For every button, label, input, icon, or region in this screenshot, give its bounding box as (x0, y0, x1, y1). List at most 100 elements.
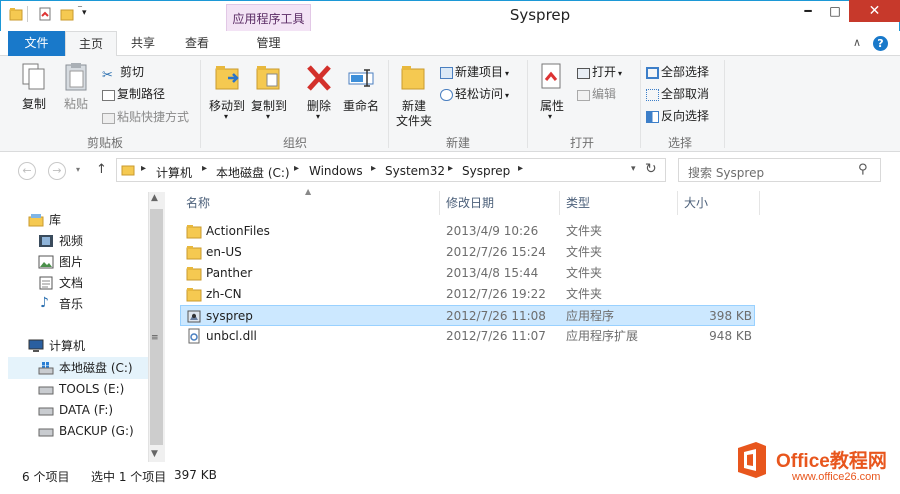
cut-button[interactable]: ✂ 剪切 (102, 62, 144, 83)
nav-item-computer[interactable]: 计算机 (28, 336, 138, 357)
copy-path-icon (102, 90, 115, 101)
select-all-button[interactable]: 全部选择 (646, 62, 709, 82)
breadcrumb-drive-c[interactable]: 本地磁盘 (C:) (216, 164, 290, 181)
nav-item-pictures[interactable]: 图片 (38, 252, 138, 273)
search-input[interactable]: 搜索 Sysprep (678, 158, 881, 182)
new-item-button[interactable]: 新建项目 ▾ (440, 62, 509, 82)
file-type: 文件夹 (566, 245, 603, 259)
address-dropdown-icon[interactable]: ▾ (631, 164, 636, 174)
move-to-button[interactable]: 移动到 ▾ (206, 62, 248, 121)
properties-button[interactable]: 属性 ▾ (532, 62, 572, 121)
invert-selection-icon (646, 111, 659, 123)
column-header-name[interactable]: 名称 (180, 191, 440, 215)
nav-item-documents[interactable]: 文档 (38, 273, 138, 294)
paste-label: 粘贴 (63, 97, 88, 111)
file-row-selected[interactable]: sysprep 2012/7/26 11:08 应用程序 398 KB (180, 305, 755, 326)
breadcrumb-separator-icon[interactable]: ▸ (202, 163, 207, 174)
select-none-button[interactable]: 全部取消 (646, 84, 709, 104)
refresh-icon[interactable]: ↻ (645, 161, 657, 177)
close-button[interactable]: ✕ (849, 0, 900, 22)
nav-label: 音乐 (59, 297, 84, 311)
tab-view[interactable]: 查看 (169, 31, 225, 56)
tab-home[interactable]: 主页 (65, 31, 117, 57)
easy-access-button[interactable]: 轻松访问 ▾ (440, 84, 509, 104)
rename-button[interactable]: 重命名 (340, 62, 382, 120)
folder-icon (186, 267, 202, 281)
folder-icon[interactable] (9, 7, 23, 21)
delete-x-icon (307, 65, 331, 91)
delete-button[interactable]: 删除 ▾ (300, 62, 338, 121)
breadcrumb-separator-icon[interactable]: ▸ (371, 163, 376, 174)
select-group-label: 选择 (667, 136, 692, 150)
breadcrumb-windows[interactable]: Windows (309, 164, 363, 178)
nav-item-drive-g[interactable]: BACKUP (G:) (38, 421, 138, 442)
new-folder-button[interactable]: 新建 文件夹 (392, 62, 436, 128)
breadcrumb-sysprep[interactable]: Sysprep (462, 164, 510, 178)
copy-path-button[interactable]: 复制路径 (102, 84, 165, 104)
window-title: Sysprep (509, 6, 571, 24)
search-icon[interactable]: ⚲ (858, 162, 868, 177)
properties-icon[interactable] (38, 7, 52, 21)
copy-icon (22, 63, 45, 90)
scroll-up-icon[interactable]: ▲ (151, 193, 158, 203)
nav-item-libraries[interactable]: 库 (28, 210, 138, 231)
qa-customize-bar: ‾ (78, 5, 82, 14)
paste-shortcut-button[interactable]: 粘贴快捷方式 (102, 107, 189, 127)
open-button[interactable]: 打开 ▾ (577, 62, 622, 82)
nav-item-drive-e[interactable]: TOOLS (E:) (38, 379, 138, 400)
minimize-button[interactable]: ━ (795, 2, 821, 22)
nav-item-videos[interactable]: 视频 (38, 231, 138, 252)
invert-selection-button[interactable]: 反向选择 (646, 106, 709, 126)
file-row[interactable]: Panther 2013/4/8 15:44 文件夹 (180, 263, 755, 284)
breadcrumb-separator-icon[interactable]: ▸ (448, 163, 453, 174)
collapse-ribbon-icon[interactable]: ∧ (853, 36, 861, 49)
nav-item-drive-c[interactable]: 本地磁盘 (C:) (38, 358, 138, 379)
nav-label: 文档 (59, 276, 84, 290)
tab-share[interactable]: 共享 (117, 31, 169, 56)
nav-item-drive-f[interactable]: DATA (F:) (38, 400, 138, 421)
group-separator (527, 60, 528, 148)
folder-icon (186, 225, 202, 239)
file-row[interactable]: ActionFiles 2013/4/9 10:26 文件夹 (180, 221, 755, 242)
nav-item-music[interactable]: ♪ 音乐 (38, 294, 138, 315)
copy-button[interactable]: 复制 (14, 62, 54, 118)
column-header-type[interactable]: 类型 (560, 191, 678, 215)
paste-button[interactable]: 粘贴 (58, 62, 94, 118)
breadcrumb-system32[interactable]: System32 (385, 164, 445, 178)
copy-label: 复制 (21, 97, 46, 111)
nav-label: 计算机 (49, 339, 86, 353)
new-folder-icon[interactable] (60, 7, 74, 21)
column-header-date[interactable]: 修改日期 (440, 191, 560, 215)
tab-manage[interactable]: 管理 (226, 31, 311, 56)
breadcrumb-separator-icon[interactable]: ▸ (518, 163, 523, 174)
qa-customize-icon[interactable]: ▾ (82, 8, 87, 18)
scroll-down-icon[interactable]: ▼ (151, 449, 158, 459)
help-icon[interactable]: ? (873, 36, 888, 51)
file-row[interactable]: en-US 2012/7/26 15:24 文件夹 (180, 242, 755, 263)
tab-file[interactable]: 文件 (8, 31, 65, 56)
nav-label: 视频 (59, 234, 84, 248)
recent-locations-icon[interactable]: ▾ (76, 165, 80, 174)
breadcrumb-computer[interactable]: 计算机 (156, 164, 192, 181)
file-name: Panther (206, 266, 253, 280)
file-name: zh-CN (206, 287, 242, 301)
computer-icon (28, 339, 44, 352)
file-row[interactable]: unbcl.dll 2012/7/26 11:07 应用程序扩展 948 KB (180, 326, 755, 347)
up-icon[interactable]: ↑ (96, 162, 107, 177)
breadcrumb-separator-icon[interactable]: ▸ (294, 163, 299, 174)
copy-to-button[interactable]: 复制到 ▾ (248, 62, 290, 121)
new-item-icon (440, 67, 453, 79)
edit-button[interactable]: 编辑 (577, 84, 616, 104)
open-icon (577, 68, 590, 79)
nav-scrollbar-thumb[interactable] (150, 209, 163, 445)
breadcrumb-separator-icon[interactable]: ▸ (141, 163, 146, 174)
column-header-size[interactable]: 大小 (678, 191, 760, 215)
file-row[interactable]: zh-CN 2012/7/26 19:22 文件夹 (180, 284, 755, 305)
new-folder-icon (401, 66, 425, 90)
back-icon[interactable]: ← (18, 162, 36, 180)
dropdown-arrow-icon: ▾ (548, 112, 553, 121)
status-selected-count: 选中 1 个项目 (91, 470, 167, 484)
forward-icon[interactable]: → (48, 162, 66, 180)
dropdown-arrow-icon: ▾ (224, 112, 229, 121)
maximize-button[interactable]: □ (822, 2, 848, 22)
